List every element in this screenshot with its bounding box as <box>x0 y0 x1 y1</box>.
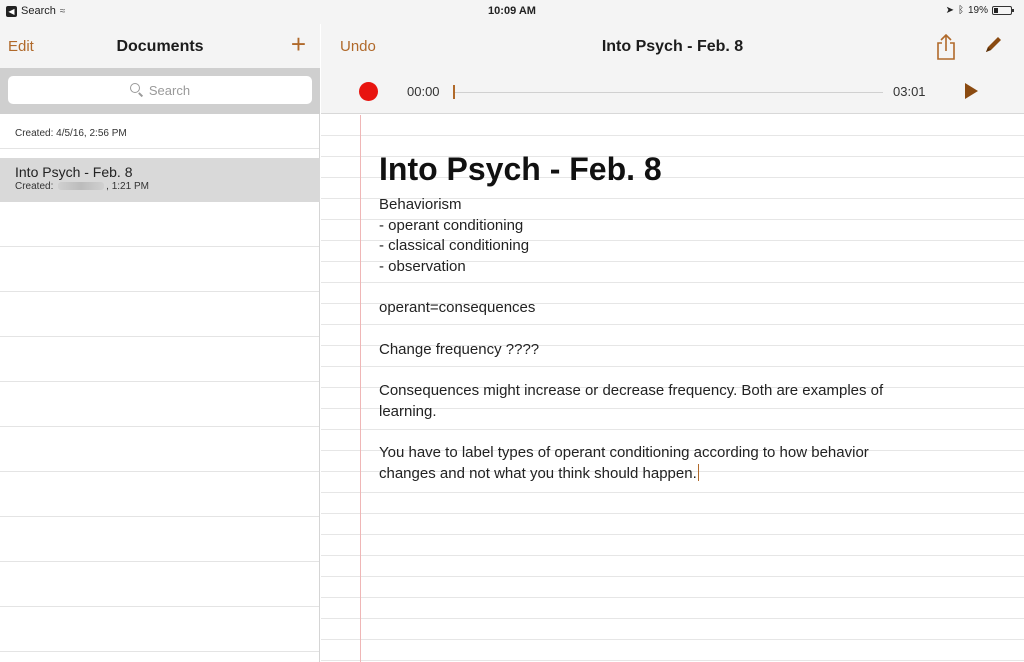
sidebar-title: Documents <box>116 38 204 55</box>
document-created-date: Created: , 1:21 PM <box>15 181 320 192</box>
text-cursor <box>697 463 699 481</box>
note-blank-line <box>379 360 999 381</box>
note-line: Consequences might increase or decrease … <box>379 382 884 399</box>
document-list-item-selected[interactable]: Into Psych - Feb. 8 Created: , 1:21 PM <box>0 158 320 202</box>
created-prefix: Created: <box>15 181 54 192</box>
note-blank-line <box>379 422 999 443</box>
note-line: Behaviorism <box>379 196 462 213</box>
note-line: You have to label types of operant condi… <box>379 444 869 461</box>
redacted-date <box>58 182 105 191</box>
status-time: 10:09 AM <box>488 5 536 17</box>
total-time: 03:01 <box>893 84 926 99</box>
note-line: learning. <box>379 402 437 420</box>
note-blank-line <box>379 319 999 340</box>
scrubber-thumb[interactable] <box>453 85 455 99</box>
document-title: Into Psych - Feb. 8 <box>15 164 133 180</box>
note-line: - observation <box>379 257 466 275</box>
status-bar: ◀ Search ≈ 10:09 AM ➤ ᛒ 19% <box>0 0 1024 24</box>
play-button[interactable] <box>965 83 978 99</box>
playback-scrubber[interactable] <box>453 85 883 99</box>
search-placeholder: Search <box>148 82 191 98</box>
note-text-area[interactable]: Into Psych - Feb. 8 Behaviorism - operant… <box>379 149 999 484</box>
note-paper[interactable]: Into Psych - Feb. 8 Behaviorism - operant… <box>321 115 1024 662</box>
note-heading: Into Psych - Feb. 8 <box>379 151 662 187</box>
record-button[interactable] <box>359 82 378 101</box>
note-blank-line <box>379 277 999 298</box>
search-icon <box>129 83 144 97</box>
note-line: changes and not what you think should ha… <box>379 463 699 482</box>
editor-nav-bar: Undo Into Psych - Feb. 8 <box>321 24 1024 68</box>
search-bar: Search <box>0 68 320 114</box>
note-line: - operant conditioning <box>379 216 524 234</box>
note-line: operant=consequences <box>379 299 536 316</box>
search-input[interactable]: Search <box>8 76 312 104</box>
battery-percent: 19% <box>967 5 988 16</box>
status-right: ➤ ᛒ 19% <box>945 5 1014 16</box>
battery-icon <box>992 6 1014 15</box>
add-document-button[interactable]: + <box>291 30 306 58</box>
sidebar-nav-bar: Edit Documents + <box>0 24 320 68</box>
pencil-icon[interactable] <box>982 34 1004 56</box>
location-icon: ➤ <box>945 5 954 16</box>
note-editor: Undo Into Psych - Feb. 8 00:00 03:01 Int… <box>321 24 1024 662</box>
documents-sidebar: Edit Documents + Search Created: 4/5/16,… <box>0 24 320 662</box>
document-created-date: Created: 4/5/16, 2:56 PM <box>15 128 127 139</box>
current-time: 00:00 <box>407 84 440 99</box>
document-nav-title: Into Psych - Feb. 8 <box>601 38 744 55</box>
margin-line <box>360 115 361 662</box>
created-time: , 1:21 PM <box>106 181 149 192</box>
audio-player: 00:00 03:01 <box>321 68 1024 114</box>
note-line: - classical conditioning <box>379 237 530 254</box>
note-body: Behaviorism - operant conditioning - class… <box>379 195 999 484</box>
document-list-item[interactable]: Created: 4/5/16, 2:56 PM <box>0 122 320 158</box>
share-icon[interactable] <box>936 34 956 60</box>
bluetooth-icon: ᛒ <box>957 5 964 16</box>
note-line: Change frequency ???? <box>379 340 540 358</box>
